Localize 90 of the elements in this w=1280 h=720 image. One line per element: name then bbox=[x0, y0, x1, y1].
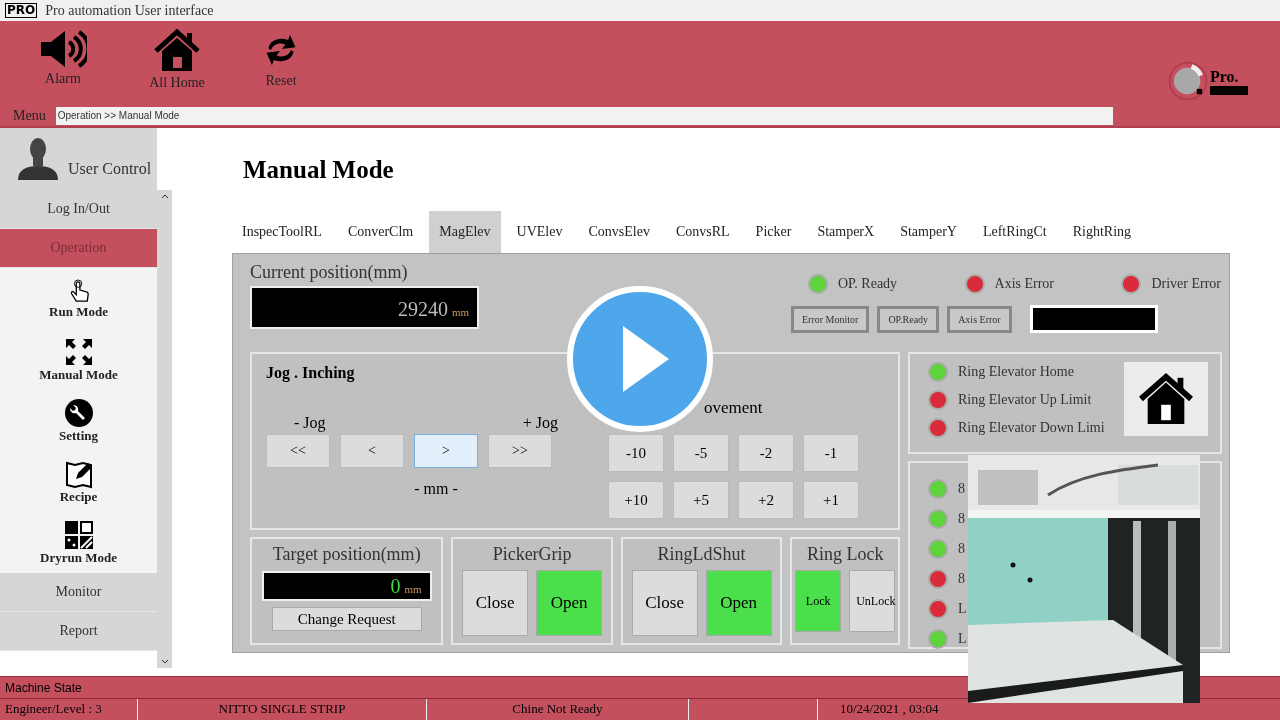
chevron-up-icon[interactable] bbox=[160, 194, 169, 199]
sidebar-subitem[interactable]: Setting bbox=[0, 390, 157, 451]
jog-button[interactable]: < bbox=[340, 434, 404, 468]
lamp-label: Ring Elevator Down Limi bbox=[958, 420, 1105, 436]
sidebar-subitem[interactable]: Manual Mode bbox=[0, 329, 157, 390]
breadcrumb-field: Operation >> Manual Mode bbox=[55, 107, 1113, 125]
scrollbar[interactable] bbox=[157, 190, 172, 668]
current-position-label: Current position(mm) bbox=[250, 262, 409, 283]
lamp-label: 8 bbox=[958, 481, 965, 497]
expand-arrows-icon bbox=[63, 336, 94, 367]
toolbar-button[interactable]: Reset bbox=[246, 29, 316, 89]
position-display: 29240 mm bbox=[250, 286, 479, 329]
lamp-label: Driver Error bbox=[1151, 276, 1221, 292]
status-text: Chine Not Ready bbox=[512, 700, 603, 718]
jog-button[interactable]: > bbox=[414, 434, 478, 468]
toggle-button[interactable]: Open bbox=[705, 570, 772, 636]
tab[interactable]: MagElev bbox=[429, 211, 501, 253]
sidebar-subitem[interactable]: Recipe bbox=[0, 451, 157, 512]
tab[interactable]: InspecToolRL bbox=[232, 211, 332, 253]
lamp-label: L bbox=[958, 601, 967, 617]
step-button[interactable]: -2 bbox=[738, 434, 794, 472]
tab[interactable]: Picker bbox=[745, 211, 802, 253]
brand-logo: Pro. bbox=[1166, 59, 1248, 103]
menu-label: Menu bbox=[13, 108, 46, 124]
lamp-label: OP. Ready bbox=[838, 276, 898, 292]
step-button[interactable]: -5 bbox=[673, 434, 729, 472]
lamp-label: Ring Elevator Up Limit bbox=[958, 392, 1092, 408]
page-title: Manual Mode bbox=[243, 156, 395, 185]
toggle-button[interactable]: Close bbox=[462, 570, 529, 636]
target-display: 0 mm bbox=[261, 571, 432, 601]
tab[interactable]: LeftRingCt bbox=[972, 211, 1057, 253]
lamp-label: 8 bbox=[958, 511, 965, 527]
tab[interactable]: RightRing bbox=[1062, 211, 1142, 253]
movement-title: ovement bbox=[704, 398, 764, 418]
jog-button[interactable]: << bbox=[266, 434, 330, 468]
change-request-button[interactable]: Change Request bbox=[271, 607, 422, 631]
status-text: 10/24/2021 , 03:04 bbox=[840, 700, 939, 718]
tab[interactable]: ConverClm bbox=[337, 211, 424, 253]
lamp-label: L bbox=[958, 631, 967, 647]
sidebar-item[interactable]: Log In/Out bbox=[0, 190, 157, 229]
toggle-title: Ring Lock bbox=[806, 544, 884, 565]
toggle-button[interactable]: Open bbox=[536, 570, 603, 636]
jog-button[interactable]: >> bbox=[488, 434, 552, 468]
toggle-title: PickerGrip bbox=[492, 544, 572, 565]
tab[interactable]: ConvsElev bbox=[578, 211, 660, 253]
status-text: NITTO SINGLE STRIP bbox=[218, 700, 346, 718]
house-icon bbox=[153, 29, 201, 73]
status-button[interactable]: Axis Error bbox=[947, 305, 1012, 333]
lamp-label: 8 bbox=[958, 541, 965, 557]
toggle-button[interactable]: Close bbox=[631, 570, 698, 636]
toggle-button[interactable]: UnLock bbox=[849, 570, 896, 632]
target-position-label: Target position(mm) bbox=[272, 544, 421, 565]
chevron-down-icon[interactable] bbox=[160, 659, 169, 664]
jog-minus-label: - Jog bbox=[294, 414, 326, 432]
lamp-label: Axis Error bbox=[994, 276, 1054, 292]
jog-plus-label: + Jog bbox=[522, 414, 558, 432]
status-text: Engineer/Level : 3 bbox=[5, 700, 102, 718]
pattern-grid-icon bbox=[63, 519, 94, 550]
sidebar-subitem[interactable]: Dryrun Mode bbox=[0, 512, 157, 573]
tab[interactable]: ConvsRL bbox=[665, 211, 740, 253]
wrench-icon bbox=[63, 397, 94, 428]
home-button[interactable] bbox=[1123, 362, 1208, 436]
unit-label: - mm - bbox=[414, 480, 458, 498]
tab[interactable]: UVElev bbox=[506, 211, 573, 253]
status-title: Machine State bbox=[5, 681, 82, 695]
window-title: Pro automation User interface bbox=[45, 2, 214, 19]
toolbar-button[interactable]: All Home bbox=[142, 29, 212, 91]
app-logo: PRO bbox=[5, 3, 38, 18]
toggle-button[interactable]: Lock bbox=[795, 570, 842, 632]
tab[interactable]: StamperX bbox=[807, 211, 885, 253]
panel-title: Jog . Inching bbox=[266, 364, 356, 384]
toolbar-button[interactable]: Alarm bbox=[28, 29, 98, 87]
step-button[interactable]: +2 bbox=[738, 481, 794, 519]
step-button[interactable]: +10 bbox=[608, 481, 664, 519]
sidebar-item[interactable]: Monitor bbox=[0, 573, 157, 612]
sidebar-subitem[interactable]: Run Mode bbox=[0, 268, 157, 329]
tab[interactable]: StamperY bbox=[890, 211, 967, 253]
step-button[interactable]: +5 bbox=[673, 481, 729, 519]
status-button[interactable]: OP.Ready bbox=[877, 305, 940, 333]
lamp-label: Ring Elevator Home bbox=[958, 364, 1074, 380]
sidebar-item[interactable]: Report bbox=[0, 612, 157, 651]
lamp-label: 8 bbox=[958, 571, 965, 587]
toggle-title: RingLdShut bbox=[657, 544, 746, 565]
speaker-icon bbox=[39, 29, 87, 69]
user-avatar-icon bbox=[16, 136, 60, 182]
status-button[interactable]: Error Monitor bbox=[791, 305, 870, 333]
sidebar-title: User Control bbox=[68, 160, 152, 178]
step-button[interactable]: +1 bbox=[803, 481, 859, 519]
step-button[interactable]: -1 bbox=[803, 434, 859, 472]
step-button[interactable]: -10 bbox=[608, 434, 664, 472]
